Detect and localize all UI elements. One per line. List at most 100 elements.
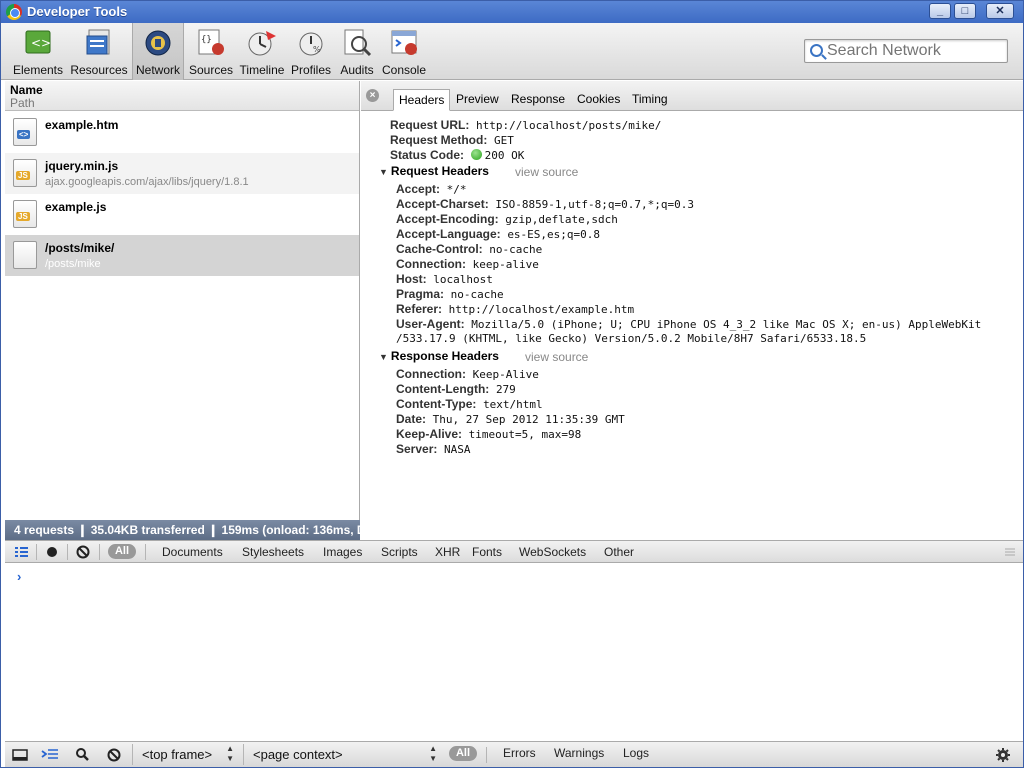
network-icon <box>145 30 171 56</box>
disclosure-triangle-icon: ▼ <box>379 167 388 177</box>
header-row: Date: Thu, 27 Sep 2012 11:35:39 GMT <box>396 412 625 426</box>
filter-images[interactable]: Images <box>323 545 362 559</box>
title-bar: Developer Tools _ □ ✕ <box>1 1 1023 23</box>
status-bar: <top frame> ▲ ▼ <page context> ▲ ▼ All Error… <box>5 741 1023 767</box>
header-row: Accept-Charset: ISO-8859-1,utf-8;q=0.7,*… <box>396 197 695 211</box>
header-row: Host: localhost <box>396 272 493 286</box>
profiles-icon: % <box>299 32 323 56</box>
request-url: Request URL: http://localhost/posts/mike… <box>390 118 662 132</box>
search-network-box[interactable] <box>804 39 1008 63</box>
search-icon <box>810 44 823 57</box>
tool-elements[interactable]: <> Elements <box>9 23 67 80</box>
filter-xhr[interactable]: XHR <box>435 545 460 559</box>
level-errors[interactable]: Errors <box>503 746 536 760</box>
status-ok-icon <box>470 149 482 160</box>
level-all[interactable]: All <box>449 746 477 761</box>
request-method: Request Method: GET <box>390 133 514 147</box>
header-row: Content-Type: text/html <box>396 397 543 411</box>
header-row: Connection: Keep-Alive <box>396 367 539 381</box>
request-view-source-link[interactable]: view source <box>515 165 578 179</box>
tool-console[interactable]: Console <box>380 23 428 80</box>
console-icon <box>391 30 417 55</box>
tool-resources[interactable]: Resources <box>69 23 129 80</box>
response-view-source-link[interactable]: view source <box>525 350 588 364</box>
chrome-logo-icon <box>6 4 22 20</box>
header-row: Pragma: no-cache <box>396 287 504 301</box>
search-icon[interactable] <box>71 745 95 765</box>
audits-icon <box>344 29 372 57</box>
js-file-icon: JS <box>13 159 37 187</box>
tool-profiles[interactable]: % Profiles <box>288 23 334 80</box>
network-summary: 4 requests ❙ 35.04KB transferred ❙ 159ms… <box>5 520 360 540</box>
gear-icon[interactable] <box>991 745 1015 765</box>
disclosure-triangle-icon: ▼ <box>379 352 388 362</box>
timeline-icon <box>248 31 276 56</box>
request-row[interactable]: <> example.htm <box>5 112 359 153</box>
filter-all[interactable]: All <box>108 544 136 559</box>
tab-response[interactable]: Response <box>506 89 570 111</box>
request-row[interactable]: JS jquery.min.js ajax.googleapis.com/aja… <box>5 153 359 194</box>
context-selector[interactable]: <page context> ▲ ▼ <box>243 744 443 765</box>
header-row: Keep-Alive: timeout=5, max=98 <box>396 427 582 441</box>
filter-stylesheets[interactable]: Stylesheets <box>242 545 304 559</box>
filter-scripts[interactable]: Scripts <box>381 545 418 559</box>
window-title: Developer Tools <box>27 4 128 19</box>
minimize-button[interactable]: _ <box>929 3 951 19</box>
svg-text:%: % <box>313 45 321 54</box>
tool-timeline[interactable]: Timeline <box>238 23 286 80</box>
request-list: Name Path <> example.htm JS jquery.min.j… <box>5 81 360 540</box>
level-warnings[interactable]: Warnings <box>554 746 604 760</box>
close-detail-icon[interactable]: × <box>366 89 379 102</box>
elements-icon: <> <box>25 30 51 54</box>
maximize-button[interactable]: □ <box>954 3 976 19</box>
tab-timing[interactable]: Timing <box>627 89 673 111</box>
js-file-icon: JS <box>13 200 37 228</box>
user-agent-continuation: /533.17.9 (KHTML, like Gecko) Version/5.… <box>396 332 867 345</box>
console-toggle-icon[interactable] <box>38 745 62 765</box>
status-code: Status Code: 200 OK <box>390 148 525 162</box>
tab-headers[interactable]: Headers <box>393 89 451 111</box>
request-headers-toggle[interactable]: ▼ Request Headers <box>379 164 489 178</box>
frame-selector[interactable]: <top frame> ▲ ▼ <box>132 744 240 765</box>
column-path-header[interactable]: Path <box>10 96 35 110</box>
response-headers-toggle[interactable]: ▼ Response Headers <box>379 349 499 363</box>
filter-documents[interactable]: Documents <box>162 545 223 559</box>
tool-sources[interactable]: {} Sources <box>186 23 236 80</box>
resize-grip-icon[interactable] <box>1004 547 1016 557</box>
request-row-selected[interactable]: /posts/mike/ /posts/mike <box>5 235 359 276</box>
panel-toolbar: <> Elements Resources Network {} Sources… <box>1 23 1023 80</box>
console-drawer[interactable]: › <box>5 563 1023 741</box>
column-name-header[interactable]: Name <box>10 83 43 97</box>
clear-console-icon[interactable] <box>102 745 126 765</box>
header-row: Cache-Control: no-cache <box>396 242 543 256</box>
tool-network[interactable]: Network <box>132 23 184 80</box>
request-row[interactable]: JS example.js <box>5 194 359 235</box>
header-row: Content-Length: 279 <box>396 382 516 396</box>
network-filter-bar: All Documents Stylesheets Images Scripts… <box>5 540 1023 563</box>
header-row: Accept-Encoding: gzip,deflate,sdch <box>396 212 618 226</box>
search-input[interactable] <box>827 42 1005 60</box>
filter-websockets[interactable]: WebSockets <box>519 545 586 559</box>
level-logs[interactable]: Logs <box>623 746 649 760</box>
blank-file-icon <box>13 241 37 269</box>
record-icon[interactable] <box>38 542 66 562</box>
filter-other[interactable]: Other <box>604 545 634 559</box>
svg-text:<>: <> <box>31 36 51 50</box>
console-prompt-icon: › <box>17 569 22 584</box>
header-row: Connection: keep-alive <box>396 257 539 271</box>
clear-icon[interactable] <box>69 542 97 562</box>
detail-tabbar: × Headers Preview Response Cookies Timin… <box>361 81 1023 111</box>
filter-fonts[interactable]: Fonts <box>472 545 502 559</box>
list-view-icon[interactable] <box>7 542 35 562</box>
updown-arrow-icon: ▲ ▼ <box>226 744 234 763</box>
header-row: Accept: */* <box>396 182 467 196</box>
dock-icon[interactable] <box>8 745 32 765</box>
list-header[interactable]: Name Path <box>5 81 359 111</box>
close-window-button[interactable]: ✕ <box>986 3 1014 19</box>
devtools-window: Developer Tools _ □ ✕ <> Elements Resour… <box>0 0 1024 768</box>
tool-audits[interactable]: Audits <box>336 23 378 80</box>
header-row: Server: NASA <box>396 442 471 456</box>
tab-preview[interactable]: Preview <box>451 89 504 111</box>
tab-cookies[interactable]: Cookies <box>572 89 625 111</box>
html-file-icon: <> <box>13 118 37 146</box>
